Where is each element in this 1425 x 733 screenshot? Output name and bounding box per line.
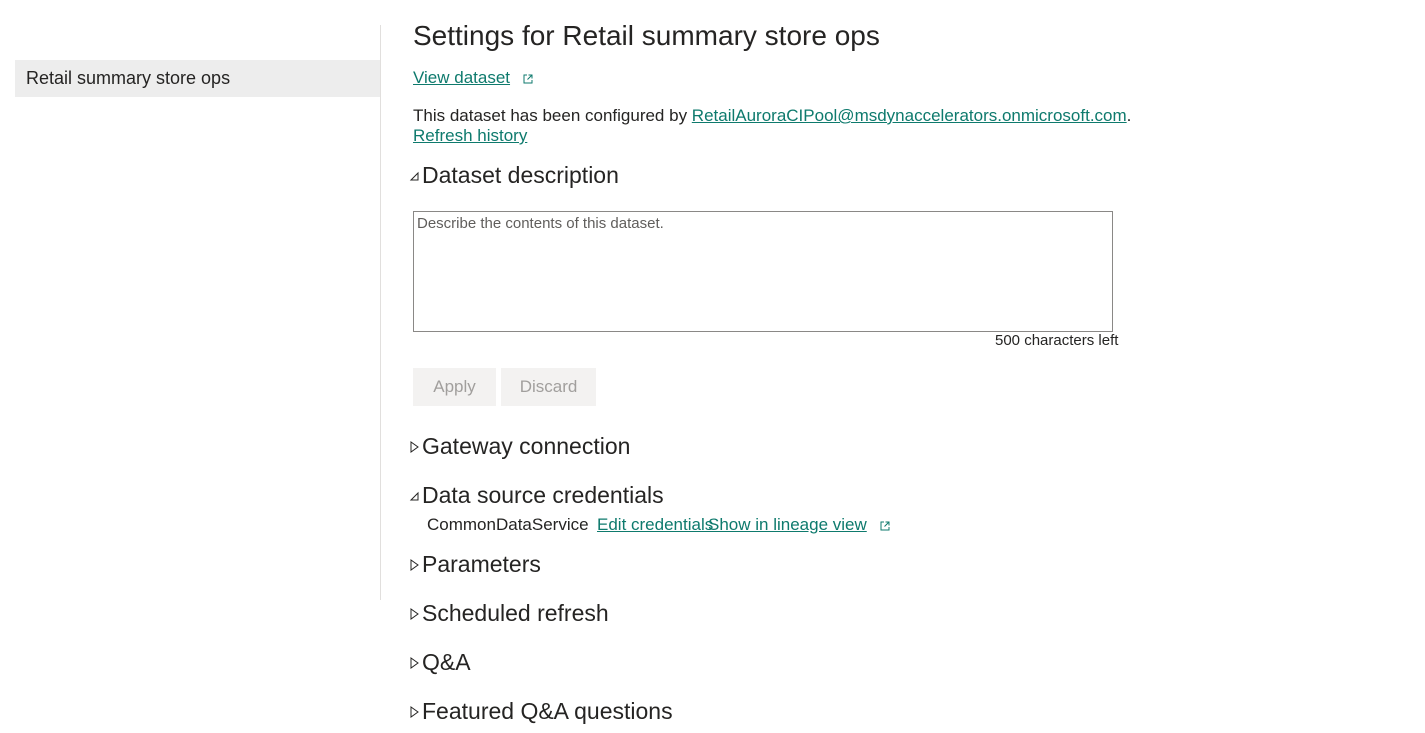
section-scheduled-refresh[interactable]: Scheduled refresh: [407, 600, 609, 627]
section-title: Scheduled refresh: [422, 600, 609, 626]
owner-email-link[interactable]: RetailAuroraCIPool@msdynaccelerators.onm…: [692, 106, 1127, 125]
view-dataset-row: View dataset: [413, 68, 533, 88]
collapsed-triangle-icon: [410, 558, 419, 571]
external-link-icon[interactable]: [880, 521, 890, 531]
expanded-triangle-icon: [409, 491, 419, 500]
edit-credentials-link[interactable]: Edit credentials: [597, 515, 713, 535]
settings-panel: Settings for Retail summary store ops Vi…: [409, 0, 1413, 733]
sidebar-item-retail-summary-store-ops[interactable]: Retail summary store ops: [15, 60, 380, 97]
expanded-triangle-icon: [409, 171, 419, 180]
section-featured-qna-questions[interactable]: Featured Q&A questions: [407, 698, 673, 725]
section-data-source-credentials[interactable]: Data source credentials: [407, 482, 664, 509]
collapsed-triangle-icon: [410, 656, 419, 669]
page-title: Settings for Retail summary store ops: [413, 20, 880, 51]
collapsed-triangle-icon: [410, 607, 419, 620]
section-gateway-connection[interactable]: Gateway connection: [407, 433, 630, 460]
configured-by-period: .: [1126, 106, 1132, 125]
view-dataset-link[interactable]: View dataset: [413, 68, 510, 87]
dataset-description-input[interactable]: [413, 211, 1113, 332]
discard-button[interactable]: Discard: [501, 368, 596, 406]
sidebar: Retail summary store ops: [0, 25, 381, 600]
section-qna[interactable]: Q&A: [407, 649, 471, 676]
refresh-history-link[interactable]: Refresh history: [413, 126, 527, 146]
configured-by-text: This dataset has been configured by Reta…: [413, 106, 1131, 126]
collapsed-triangle-icon: [410, 440, 419, 453]
configured-by-label: This dataset has been configured by: [413, 106, 692, 125]
external-link-icon[interactable]: [523, 74, 533, 84]
lineage-view-row: Show in lineage view: [708, 515, 890, 535]
sidebar-item-label: Retail summary store ops: [26, 68, 231, 88]
show-in-lineage-view-link[interactable]: Show in lineage view: [708, 515, 867, 534]
section-title: Gateway connection: [422, 433, 631, 459]
section-title: Parameters: [422, 551, 541, 577]
apply-button[interactable]: Apply: [413, 368, 496, 406]
collapsed-triangle-icon: [410, 705, 419, 718]
data-source-name: CommonDataService: [427, 515, 589, 534]
characters-left-counter: 500 characters left: [995, 332, 1119, 349]
section-dataset-description[interactable]: Dataset description: [407, 162, 619, 189]
section-title: Data source credentials: [422, 482, 664, 508]
section-title: Featured Q&A questions: [422, 698, 673, 724]
section-title: Q&A: [422, 649, 471, 675]
section-title: Dataset description: [422, 162, 619, 188]
section-parameters[interactable]: Parameters: [407, 551, 541, 578]
